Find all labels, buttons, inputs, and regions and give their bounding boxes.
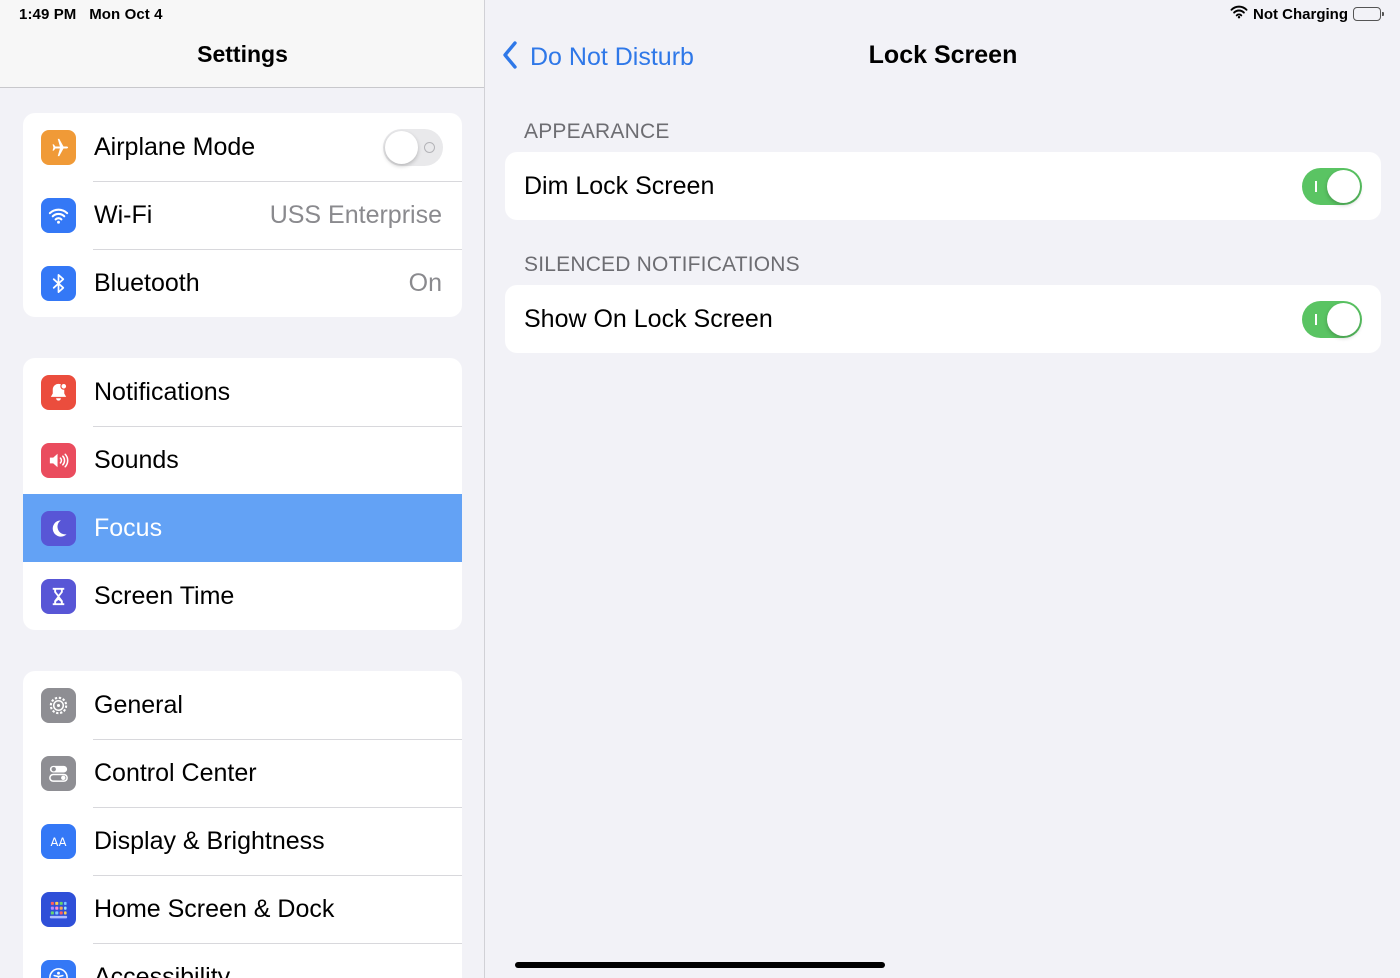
- hourglass-icon: [41, 579, 76, 614]
- airplane-mode-toggle[interactable]: [383, 129, 443, 166]
- wifi-network-value: USS Enterprise: [269, 200, 442, 229]
- sidebar-item-label: Control Center: [94, 758, 257, 787]
- status-time-date: 1:49 PM Mon Oct 4: [19, 6, 163, 23]
- sidebar-item-label: Home Screen & Dock: [94, 894, 335, 923]
- svg-text:AA: AA: [50, 835, 66, 849]
- sidebar-item-label: Display & Brightness: [94, 826, 325, 855]
- sidebar-item-label: Sounds: [94, 445, 179, 474]
- sidebar-item-display-brightness[interactable]: AA Display & Brightness: [23, 807, 462, 875]
- bluetooth-status-value: On: [408, 268, 442, 297]
- lock-screen-detail: Not Charging Do Not Disturb Lock Screen …: [486, 0, 1400, 978]
- settings-group-connectivity: Airplane Mode Wi-Fi USS Enterprise Bluet…: [23, 113, 462, 317]
- settings-sidebar: 1:49 PM Mon Oct 4 Settings Airplane Mode…: [0, 0, 485, 978]
- sidebar-item-focus[interactable]: Focus: [23, 494, 462, 562]
- text-size-icon: AA: [41, 824, 76, 859]
- notifications-icon: [41, 375, 76, 410]
- dim-lock-screen-toggle[interactable]: [1302, 168, 1362, 205]
- dim-lock-screen-label: Dim Lock Screen: [524, 171, 715, 200]
- gear-icon: [41, 688, 76, 723]
- sidebar-item-label: General: [94, 690, 183, 719]
- sidebar-item-bluetooth[interactable]: Bluetooth On: [23, 249, 462, 317]
- speaker-icon: [41, 443, 76, 478]
- sidebar-item-label: Wi-Fi: [94, 200, 153, 229]
- sidebar-item-label: Screen Time: [94, 581, 235, 610]
- dim-lock-screen-row[interactable]: Dim Lock Screen: [505, 152, 1381, 220]
- sidebar-item-screen-time[interactable]: Screen Time: [23, 562, 462, 630]
- settings-group-attention: Notifications Sounds Focus Screen Time: [23, 358, 462, 630]
- settings-group-system: General Control Center AA Display & Brig…: [23, 671, 462, 978]
- switches-icon: [41, 756, 76, 791]
- battery-status-text: Not Charging: [1253, 5, 1348, 23]
- show-on-lock-screen-row[interactable]: Show On Lock Screen: [505, 285, 1381, 353]
- wifi-icon: [41, 198, 76, 233]
- sidebar-item-home-screen-dock[interactable]: Home Screen & Dock: [23, 875, 462, 943]
- bluetooth-icon: [41, 266, 76, 301]
- page-title: Lock Screen: [868, 41, 1018, 69]
- sidebar-item-label: Focus: [94, 513, 163, 542]
- status-time: 1:49 PM: [19, 6, 77, 23]
- sidebar-item-wifi[interactable]: Wi-Fi USS Enterprise: [23, 181, 462, 249]
- show-on-lock-screen-label: Show On Lock Screen: [524, 304, 773, 333]
- sidebar-item-label: Accessibility: [94, 962, 231, 978]
- sidebar-item-control-center[interactable]: Control Center: [23, 739, 462, 807]
- accessibility-icon: [41, 960, 76, 978]
- section-header-appearance: APPEARANCE: [524, 120, 670, 143]
- sidebar-title: Settings: [197, 41, 288, 67]
- sidebar-header: 1:49 PM Mon Oct 4 Settings: [0, 0, 484, 88]
- sidebar-item-notifications[interactable]: Notifications: [23, 358, 462, 426]
- wifi-status-icon: [1230, 5, 1248, 23]
- home-indicator[interactable]: [515, 962, 885, 968]
- sidebar-item-label: Notifications: [94, 377, 231, 406]
- sidebar-item-accessibility[interactable]: Accessibility: [23, 943, 462, 978]
- sidebar-item-airplane-mode[interactable]: Airplane Mode: [23, 113, 462, 181]
- sidebar-item-label: Airplane Mode: [94, 132, 256, 161]
- sidebar-item-general[interactable]: General: [23, 671, 462, 739]
- sidebar-item-label: Bluetooth: [94, 268, 200, 297]
- app-grid-icon: [41, 892, 76, 927]
- battery-icon: [1353, 7, 1384, 21]
- show-on-lock-screen-toggle[interactable]: [1302, 301, 1362, 338]
- section-header-silenced-notifications: SILENCED NOTIFICATIONS: [524, 253, 800, 276]
- airplane-icon: [41, 130, 76, 165]
- sidebar-item-sounds[interactable]: Sounds: [23, 426, 462, 494]
- moon-icon: [41, 511, 76, 546]
- status-date: Mon Oct 4: [89, 6, 163, 23]
- status-indicators: Not Charging: [1230, 5, 1384, 23]
